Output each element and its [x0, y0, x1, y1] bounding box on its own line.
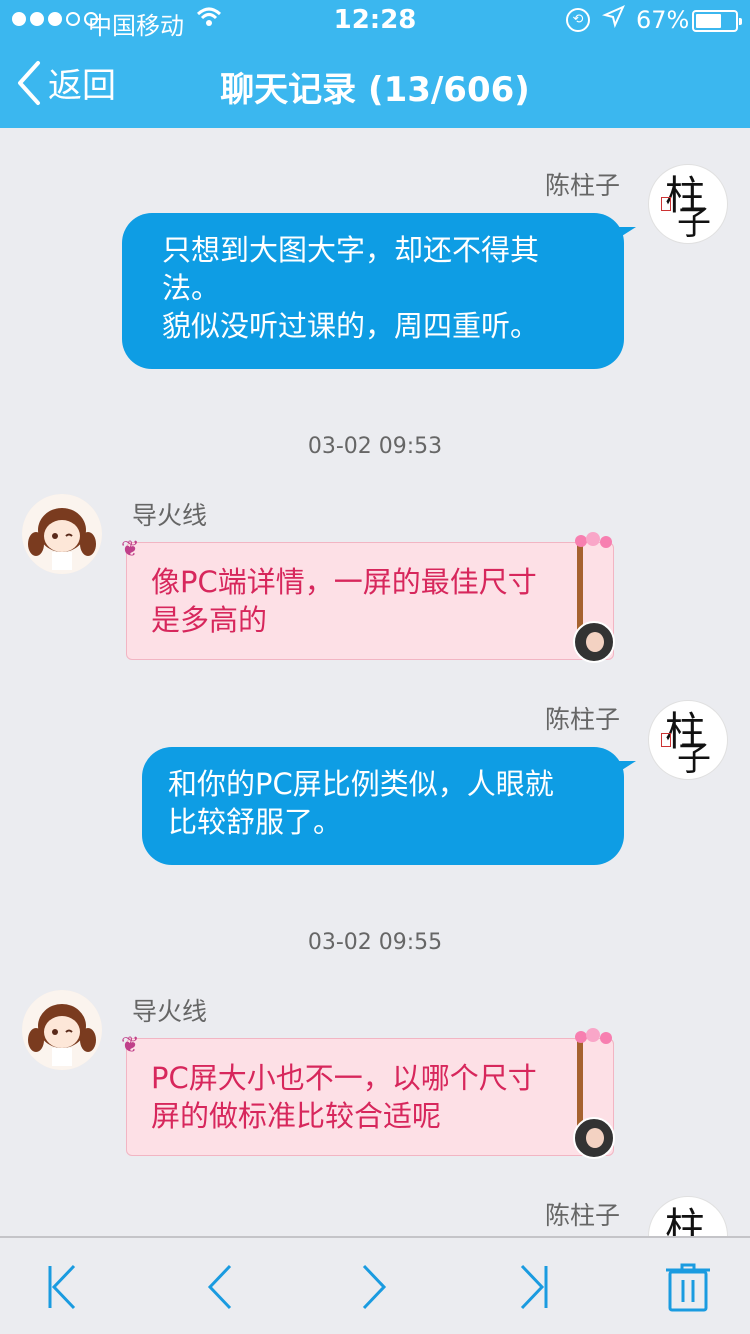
avatar-daohuoxian[interactable]	[22, 990, 102, 1070]
sender-name: 陈柱子	[544, 1201, 620, 1230]
message-text: 只想到大图大字，却还不得其 法。 貌似没听过课的，周四重听。	[162, 233, 540, 343]
cartoon-girl-icon	[22, 990, 102, 1070]
butterfly-decoration-icon: ❦	[121, 537, 140, 562]
avatar-chenzhuzi[interactable]: 柱	[648, 1196, 728, 1236]
avatar-glyph: 子	[677, 203, 711, 243]
timestamp: 03-02 09:55	[307, 930, 443, 955]
message-bubble[interactable]: 和你的PC屏比例类似，人眼就 比较舒服了。	[142, 747, 636, 865]
message-bubble[interactable]: 只想到大图大字，却还不得其 法。 貌似没听过课的，周四重听。	[122, 213, 636, 369]
chevron-right-icon	[362, 1264, 387, 1310]
chat-history[interactable]: 陈柱子 柱 子 只想到大图大字，却还不得其 法。 貌似没听过课的，周四重听。 0…	[0, 128, 750, 1236]
status-bar: 中国移动 12:28 ⟲ 67%	[0, 0, 750, 40]
seal-mark	[661, 733, 671, 747]
sender-name: 陈柱子	[544, 705, 620, 734]
chevron-left-icon	[207, 1264, 232, 1310]
rotation-lock-icon: ⟲	[566, 8, 590, 32]
avatar-chenzhuzi[interactable]: 柱 子	[648, 700, 728, 780]
avatar-chenzhuzi[interactable]: 柱 子	[648, 164, 728, 244]
first-page-button[interactable]	[34, 1262, 94, 1312]
seal-mark	[661, 197, 671, 211]
skip-to-last-icon	[520, 1264, 548, 1310]
battery-percent: 67%	[636, 6, 690, 34]
bottom-toolbar	[0, 1236, 750, 1334]
previous-page-button[interactable]	[190, 1262, 250, 1312]
sender-name: 陈柱子	[544, 171, 620, 200]
timestamp: 03-02 09:53	[307, 434, 443, 459]
location-icon	[601, 4, 626, 34]
page-title: 聊天记录 (13/606)	[220, 70, 530, 110]
sender-name: 导火线	[132, 501, 208, 530]
message-bubble[interactable]: ❦ PC屏大小也不一，以哪个尺寸 屏的做标准比较合适呢	[121, 1028, 615, 1159]
message-text: 像PC端详情，一屏的最佳尺寸 是多高的	[151, 565, 537, 637]
sticker-avatar-icon	[573, 1117, 615, 1159]
sender-name: 导火线	[132, 997, 208, 1026]
flower-decoration-icon	[575, 1028, 612, 1044]
trash-icon	[666, 1263, 710, 1312]
message-text: 和你的PC屏比例类似，人眼就 比较舒服了。	[168, 767, 554, 839]
last-page-button[interactable]	[502, 1262, 562, 1312]
avatar-daohuoxian[interactable]	[22, 494, 102, 574]
sticker-avatar-icon	[573, 621, 615, 663]
skip-to-first-icon	[48, 1264, 76, 1310]
next-page-button[interactable]	[344, 1262, 404, 1312]
battery-icon	[692, 10, 742, 32]
delete-button[interactable]	[658, 1262, 718, 1312]
message-text: PC屏大小也不一，以哪个尺寸 屏的做标准比较合适呢	[151, 1061, 537, 1133]
cartoon-girl-icon	[22, 494, 102, 574]
message-bubble[interactable]: ❦ 像PC端详情，一屏的最佳尺寸 是多高的	[121, 532, 615, 663]
flower-decoration-icon	[575, 532, 612, 548]
avatar-glyph: 柱	[665, 1205, 705, 1236]
nav-bar: 中国移动 12:28 ⟲ 67% 返回 聊天记录 (13/606)	[0, 0, 750, 128]
butterfly-decoration-icon: ❦	[121, 1033, 140, 1058]
avatar-glyph: 子	[677, 739, 711, 779]
